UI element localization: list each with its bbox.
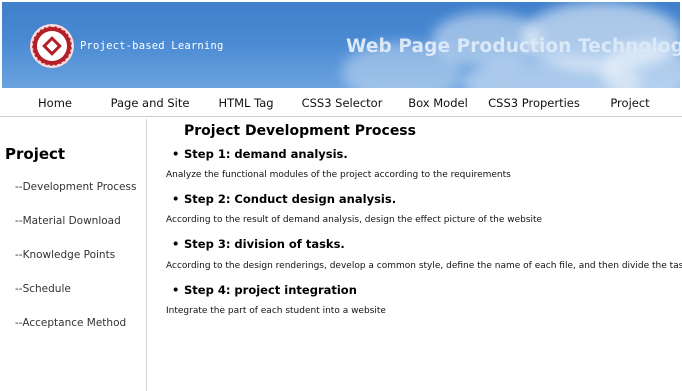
step-heading: • Step 3: division of tasks. [172, 237, 345, 251]
header-banner: Project-based Learning Web Page Producti… [2, 2, 680, 88]
sidebar-item-knowledge-points[interactable]: --Knowledge Points [15, 249, 115, 261]
sidebar-item-material-download[interactable]: --Material Download [15, 215, 121, 227]
step-description: According to the design renderings, deve… [166, 261, 682, 271]
step-heading: • Step 4: project integration [172, 283, 357, 297]
nav-item-css3-properties[interactable]: CSS3 Properties [488, 96, 580, 110]
bullet-icon: • [172, 147, 180, 161]
sidebar-item-development-process[interactable]: --Development Process [15, 181, 136, 193]
sidebar-item-schedule[interactable]: --Schedule [15, 283, 71, 295]
step-heading: • Step 1: demand analysis. [172, 147, 348, 161]
brand-text: Project-based Learning [80, 40, 224, 52]
sidebar: Project --Development Process --Material… [0, 119, 147, 391]
bullet-icon: • [172, 283, 180, 297]
nav-item-page-and-site[interactable]: Page and Site [111, 96, 190, 110]
nav-item-html-tag[interactable]: HTML Tag [218, 96, 273, 110]
sidebar-item-acceptance-method[interactable]: --Acceptance Method [15, 317, 126, 329]
step-description: Integrate the part of each student into … [166, 306, 386, 316]
site-title: Web Page Production Technology [346, 36, 680, 57]
step-title: Step 2: Conduct design analysis. [184, 192, 397, 206]
nav-item-project[interactable]: Project [610, 96, 649, 110]
page-title: Project Development Process [184, 123, 416, 139]
bullet-icon: • [172, 192, 180, 206]
nav-item-css3-selector[interactable]: CSS3 Selector [302, 96, 383, 110]
sidebar-heading: Project [5, 145, 66, 163]
bullet-icon: • [172, 237, 180, 251]
university-seal-icon[interactable] [30, 24, 74, 68]
step-heading: • Step 2: Conduct design analysis. [172, 192, 396, 206]
step-title: Step 3: division of tasks. [184, 237, 345, 251]
step-description: According to the result of demand analys… [166, 215, 543, 225]
nav-item-box-model[interactable]: Box Model [408, 96, 468, 110]
main-nav: Home Page and Site HTML Tag CSS3 Selecto… [0, 90, 682, 117]
step-title: Step 4: project integration [184, 283, 357, 297]
nav-item-home[interactable]: Home [38, 96, 72, 110]
step-description: Analyze the functional modules of the pr… [166, 170, 511, 180]
step-title: Step 1: demand analysis. [184, 147, 348, 161]
main-content: Project Development Process • Step 1: dem… [148, 119, 682, 391]
